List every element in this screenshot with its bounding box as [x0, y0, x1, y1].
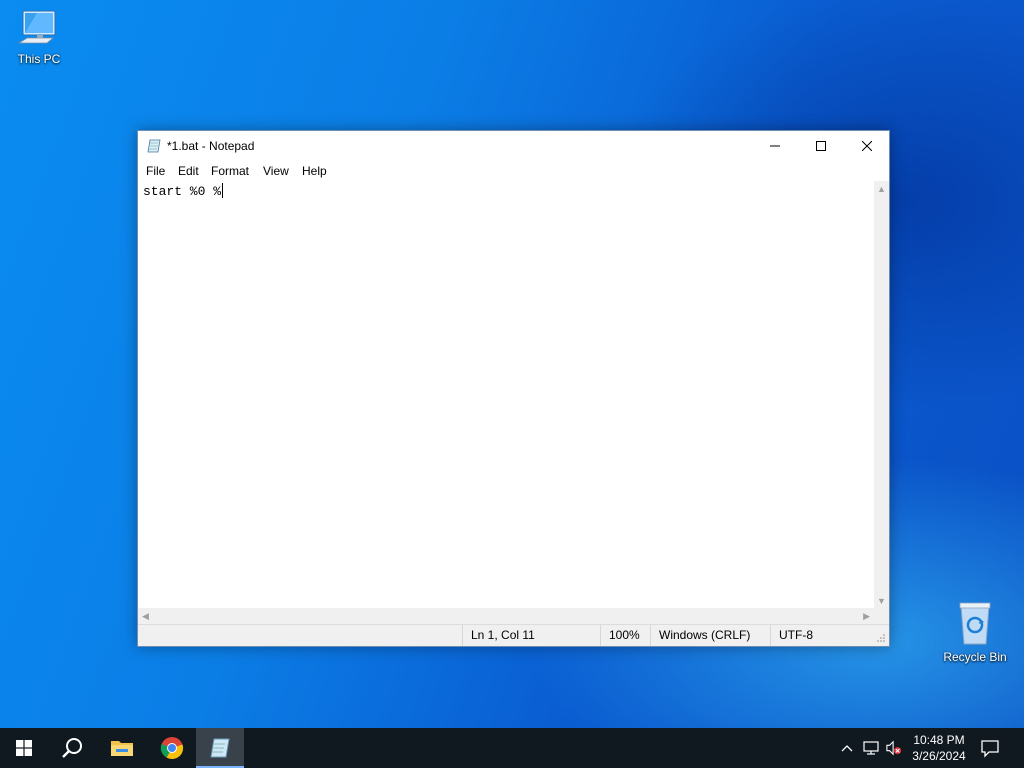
search-button[interactable]	[48, 728, 96, 768]
vertical-scrollbar[interactable]: ▲ ▼	[874, 181, 889, 608]
status-zoom: 100%	[600, 625, 650, 646]
status-line-ending: Windows (CRLF)	[650, 625, 770, 646]
notification-icon	[981, 740, 999, 758]
close-icon	[862, 141, 872, 151]
notepad-window: *1.bat - Notepad File Edit Format View H…	[137, 130, 890, 647]
windows-start-icon	[16, 740, 32, 756]
taskbar-chrome[interactable]	[148, 728, 196, 768]
text-editor[interactable]: start %0 %	[138, 181, 874, 608]
clock-time: 10:48 PM	[913, 733, 965, 747]
menu-file[interactable]: File	[146, 164, 165, 178]
scroll-up-icon[interactable]: ▲	[877, 184, 886, 194]
chevron-up-icon	[841, 745, 853, 752]
action-center-button[interactable]	[980, 738, 1000, 763]
computer-icon	[17, 10, 56, 44]
desktop-icon-recycle-bin[interactable]: Recycle Bin	[937, 600, 1013, 664]
clock-date: 3/26/2024	[912, 749, 966, 763]
notepad-icon	[147, 139, 161, 153]
network-icon	[863, 741, 879, 755]
window-title: *1.bat - Notepad	[167, 139, 255, 153]
menu-edit[interactable]: Edit	[178, 164, 199, 178]
scroll-left-icon[interactable]: ◀	[142, 611, 149, 622]
desktop-icon-label: This PC	[17, 52, 61, 66]
maximize-icon	[816, 141, 826, 151]
menu-view[interactable]: View	[263, 164, 289, 178]
chrome-icon	[160, 737, 184, 760]
volume-muted-icon	[886, 740, 902, 756]
notepad-icon	[210, 738, 230, 758]
taskbar: 10:48 PM 3/26/2024	[0, 728, 1024, 768]
close-button[interactable]	[844, 131, 890, 161]
show-hidden-icons-button[interactable]	[839, 740, 855, 756]
menu-help[interactable]: Help	[302, 164, 327, 178]
horizontal-scrollbar[interactable]: ◀ ▶	[138, 608, 874, 624]
text-caret	[222, 183, 224, 198]
start-button[interactable]	[0, 728, 48, 768]
network-button[interactable]	[863, 740, 879, 756]
scroll-down-icon[interactable]: ▼	[877, 596, 886, 606]
file-explorer-icon	[111, 741, 133, 756]
title-bar[interactable]: *1.bat - Notepad	[138, 131, 889, 161]
resize-grip-icon[interactable]	[876, 633, 886, 643]
taskbar-notepad[interactable]	[196, 728, 244, 768]
menu-format[interactable]: Format	[211, 164, 249, 178]
maximize-button[interactable]	[798, 131, 844, 161]
status-encoding: UTF-8	[770, 625, 870, 646]
status-cursor-position: Ln 1, Col 11	[462, 625, 600, 646]
volume-button[interactable]	[886, 740, 902, 756]
taskbar-file-explorer[interactable]	[98, 728, 146, 768]
scrollbar-corner	[874, 608, 889, 624]
editor-content: start %0 %	[143, 183, 224, 199]
editor-text: start %0 %	[143, 184, 222, 199]
taskbar-clock[interactable]: 10:48 PM 3/26/2024	[905, 732, 973, 764]
minimize-button[interactable]	[752, 131, 798, 161]
recycle-bin-icon	[959, 602, 991, 645]
status-bar: Ln 1, Col 11 100% Windows (CRLF) UTF-8	[138, 624, 889, 646]
minimize-icon	[770, 145, 780, 147]
scroll-right-icon[interactable]: ▶	[863, 611, 870, 622]
desktop-icon-label: Recycle Bin	[943, 650, 1007, 664]
search-icon	[62, 738, 82, 758]
desktop-icon-this-pc[interactable]: This PC	[1, 8, 77, 66]
menu-bar: File Edit Format View Help	[138, 161, 889, 181]
